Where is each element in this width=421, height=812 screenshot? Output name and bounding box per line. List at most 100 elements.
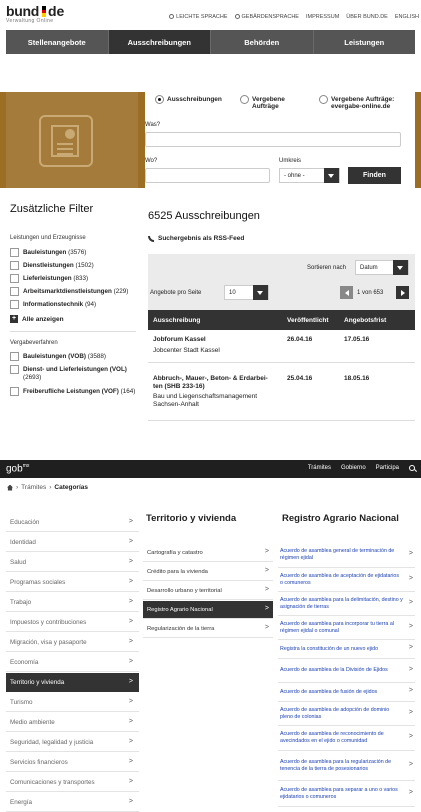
category-item[interactable]: Turismo > bbox=[6, 693, 139, 712]
checkbox[interactable] bbox=[10, 365, 19, 374]
bund-screen: bund de Verwaltung Online LEICHTE SPRACH… bbox=[0, 0, 421, 432]
subcategory-item-active[interactable]: Registro Agrario Nacional > bbox=[143, 601, 273, 619]
procedures-title: Registro Agrario Nacional bbox=[282, 513, 399, 524]
checkbox[interactable] bbox=[10, 274, 19, 283]
nav-stellenangebote[interactable]: Stellenangebote bbox=[6, 30, 109, 54]
rss-link[interactable]: Suchergebnis als RSS-Feed bbox=[148, 235, 244, 242]
logo-suffix: de bbox=[48, 3, 65, 19]
chevron-right-icon: > bbox=[408, 708, 413, 716]
menu-gobierno[interactable]: Gobierno bbox=[341, 465, 366, 471]
procedure-link[interactable]: Acuerdo de asamblea para la delimitación… bbox=[278, 592, 415, 616]
meta-link-ueber[interactable]: ÜBER BUND.DE bbox=[346, 14, 388, 20]
procedure-link[interactable]: Registra la constitución de un nuevo eji… bbox=[278, 640, 415, 659]
procedure-link[interactable]: Acuerdo de asamblea para separar a uno o… bbox=[278, 781, 415, 807]
prev-page-button[interactable] bbox=[340, 286, 353, 299]
category-item[interactable]: Servicios financieros > bbox=[6, 753, 139, 772]
category-item[interactable]: Energía > bbox=[6, 793, 139, 812]
chevron-right-icon: > bbox=[128, 538, 133, 545]
umkreis-label: Umkreis bbox=[279, 158, 301, 164]
meta-link-leichte-sprache[interactable]: LEICHTE SPRACHE bbox=[169, 14, 228, 20]
show-all-link[interactable]: + Alle anzeigen bbox=[10, 315, 64, 323]
category-item-active[interactable]: Territorio y vivienda > bbox=[6, 673, 139, 692]
filter-checkbox[interactable]: Bauleistungen (3576) bbox=[10, 248, 86, 257]
category-item[interactable]: Migración, visa y pasaporte > bbox=[6, 633, 139, 652]
procedure-link[interactable]: Acuerdo de asamblea de adopción de domin… bbox=[278, 702, 415, 726]
umkreis-value: - ohne - bbox=[284, 172, 305, 179]
filter-checkbox[interactable]: Arbeitsmarktdienstleistungen (229) bbox=[10, 287, 128, 296]
filter-group-title: Leistungen und Erzeugnisse bbox=[10, 235, 86, 241]
gob-logo[interactable]: gobmx bbox=[6, 463, 29, 474]
menu-participa[interactable]: Participa bbox=[376, 465, 399, 471]
next-page-button[interactable] bbox=[396, 286, 409, 299]
checkbox[interactable] bbox=[10, 387, 19, 396]
procedure-link[interactable]: Acuerdo de asamblea para la regularizaci… bbox=[278, 751, 415, 781]
filter-checkbox[interactable]: Bauleistungen (VOB) (3588) bbox=[10, 352, 106, 361]
page-info: 1 von 653 bbox=[357, 290, 384, 296]
row-title[interactable]: Abbruch-, Mauer-, Beton- & Erdarbei- ten… bbox=[153, 375, 275, 391]
chevron-right-icon: > bbox=[408, 644, 413, 651]
category-item[interactable]: Seguridad, legalidad y justicia > bbox=[6, 733, 139, 752]
table-row[interactable]: Abbruch-, Mauer-, Beton- & Erdarbei- ten… bbox=[148, 375, 415, 425]
procedure-link[interactable]: Acuerdo de asamblea de la División de Ej… bbox=[278, 659, 415, 683]
procedure-link[interactable]: Acuerdo de asamblea de reconocimiento de… bbox=[278, 726, 415, 751]
row-deadline: 18.05.16 bbox=[344, 375, 370, 382]
radio-ausschreibungen[interactable]: Ausschreibungen bbox=[155, 95, 222, 104]
category-item[interactable]: Medio ambiente > bbox=[6, 713, 139, 732]
per-page-select[interactable]: 10 bbox=[224, 285, 269, 300]
chevron-right-icon: > bbox=[128, 798, 133, 805]
filter-checkbox[interactable]: Lieferleistungen (833) bbox=[10, 274, 88, 283]
radio-vergebene-auftraege[interactable]: Vergebene Aufträge bbox=[240, 95, 300, 111]
bund-logo[interactable]: bund de Verwaltung Online bbox=[6, 3, 76, 26]
procedure-link[interactable]: Acuerdo de asamblea de aceptación de eji… bbox=[278, 568, 415, 592]
bund-header: bund de Verwaltung Online LEICHTE SPRACH… bbox=[0, 0, 421, 30]
filter-checkbox[interactable]: Dienst- und Lieferleistungen (VOL) (2693… bbox=[10, 365, 138, 381]
procedure-link[interactable]: Acuerdo de asamblea de fusión de ejidos > bbox=[278, 683, 415, 702]
menu-tramites[interactable]: Trámites bbox=[308, 465, 331, 471]
checkbox[interactable] bbox=[10, 300, 19, 309]
checkbox[interactable] bbox=[10, 287, 19, 296]
category-item[interactable]: Programas sociales > bbox=[6, 573, 139, 592]
nav-behoerden[interactable]: Behörden bbox=[211, 30, 314, 54]
home-icon[interactable] bbox=[7, 484, 13, 491]
procedure-link[interactable]: Acuerdo de asamblea para incorporar tu t… bbox=[278, 616, 415, 640]
checkbox[interactable] bbox=[10, 248, 19, 257]
category-item[interactable]: Economía > bbox=[6, 653, 139, 672]
checkbox[interactable] bbox=[10, 261, 19, 270]
category-item[interactable]: Impuestos y contribuciones > bbox=[6, 613, 139, 632]
nav-ausschreibungen[interactable]: Ausschreibungen bbox=[108, 30, 211, 54]
category-item[interactable]: Identidad > bbox=[6, 533, 139, 552]
breadcrumb-link[interactable]: Trámites bbox=[21, 484, 46, 491]
subcategory-item[interactable]: Regularización de la tierra > bbox=[143, 620, 273, 638]
nav-leistungen[interactable]: Leistungen bbox=[314, 30, 416, 54]
col-angebotsfrist[interactable]: Angebotsfrist bbox=[344, 317, 386, 324]
category-item[interactable]: Comunicaciones y transportes > bbox=[6, 773, 139, 792]
checkbox[interactable] bbox=[10, 352, 19, 361]
umkreis-select[interactable]: - ohne - bbox=[279, 168, 340, 183]
search-icon[interactable] bbox=[409, 465, 415, 471]
sort-select[interactable]: Datum bbox=[355, 260, 409, 275]
find-button[interactable]: Finden bbox=[348, 167, 401, 184]
results-table-header: Ausschreibung Veröffentlicht Angebotsfri… bbox=[148, 310, 415, 330]
filter-checkbox[interactable]: Informationstechnik (94) bbox=[10, 300, 96, 309]
procedure-link[interactable]: Acuerdo de asamblea general de terminaci… bbox=[278, 542, 415, 568]
table-row[interactable]: Jobforum Kassel Jobcenter Stadt Kassel 2… bbox=[148, 336, 415, 376]
col-veroeffentlicht[interactable]: Veröffentlicht bbox=[287, 317, 329, 324]
filter-checkbox[interactable]: Freiberufliche Leistungen (VOF) (164) bbox=[10, 387, 138, 396]
category-item[interactable]: Salud > bbox=[6, 553, 139, 572]
chevron-down-icon bbox=[253, 285, 268, 300]
subcategory-item[interactable]: Desarrollo urbano y territorial > bbox=[143, 582, 273, 600]
meta-link-impressum[interactable]: IMPRESSUM bbox=[306, 14, 339, 20]
row-title[interactable]: Jobforum Kassel bbox=[153, 336, 278, 343]
subcategory-item[interactable]: Crédito para la vivienda > bbox=[143, 563, 273, 581]
was-input[interactable] bbox=[145, 132, 401, 147]
filter-checkbox[interactable]: Dienstleistungen (1502) bbox=[10, 261, 94, 270]
wo-input[interactable] bbox=[145, 168, 270, 183]
main-nav: Stellenangebote Ausschreibungen Behörden… bbox=[6, 30, 415, 54]
meta-link-english[interactable]: ENGLISH bbox=[395, 14, 419, 20]
category-item[interactable]: Trabajo > bbox=[6, 593, 139, 612]
subcategory-item[interactable]: Cartografía y catastro > bbox=[143, 544, 273, 562]
col-ausschreibung[interactable]: Ausschreibung bbox=[153, 317, 200, 324]
radio-evergabe[interactable]: Vergebene Aufträge: evergabe-online.de bbox=[319, 95, 411, 111]
category-item[interactable]: Educación > bbox=[6, 513, 139, 532]
meta-link-gebaerdensprache[interactable]: GEBÄRDENSPRACHE bbox=[234, 14, 299, 20]
